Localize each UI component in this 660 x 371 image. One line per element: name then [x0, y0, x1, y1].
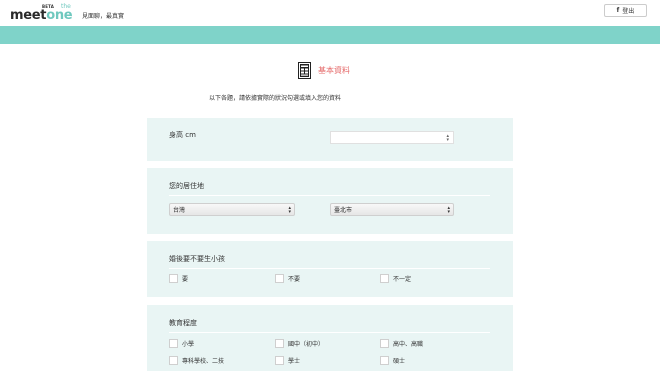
- checkbox[interactable]: [380, 339, 389, 348]
- facebook-icon: f: [616, 7, 620, 14]
- stepper-icon[interactable]: ▴ ▾: [446, 134, 449, 143]
- children-option-no[interactable]: 不要: [275, 274, 300, 283]
- divider: [169, 268, 490, 269]
- checkbox[interactable]: [275, 356, 284, 365]
- children-label: 婚後要不要生小孩: [169, 255, 225, 263]
- children-option-maybe[interactable]: 不一定: [380, 274, 411, 283]
- option-label: 高中、高職: [393, 341, 424, 348]
- document-icon: [298, 61, 311, 79]
- logo-one: one: [46, 8, 73, 23]
- checkbox[interactable]: [169, 274, 178, 283]
- option-label: 專科學校、二技: [182, 358, 225, 365]
- option-label: 不要: [288, 276, 301, 283]
- education-option-college[interactable]: 專科學校、二技: [169, 356, 224, 365]
- children-option-yes[interactable]: 要: [169, 274, 188, 283]
- select-arrow-icon: ▴ ▾: [288, 205, 291, 215]
- section-title: 基本資料: [318, 65, 350, 75]
- option-label: 不一定: [393, 276, 412, 283]
- country-value: 台灣: [173, 207, 186, 214]
- section-heading: 基本資料: [298, 61, 350, 79]
- checkbox[interactable]: [380, 274, 389, 283]
- option-label: 要: [182, 276, 189, 283]
- residence-label: 您的居住地: [169, 182, 204, 190]
- accent-banner: [0, 26, 660, 44]
- height-card: 身高 cm ▴ ▾: [147, 118, 513, 161]
- education-card: 教育程度 小學 國中（初中） 高中、高職 專科學校、二技 學士 碩士: [147, 305, 513, 371]
- tagline: 見面聊，最真實: [82, 13, 125, 20]
- header: BETA the meetone 見面聊，最真實 f 登出: [0, 0, 660, 26]
- height-input[interactable]: ▴ ▾: [330, 131, 454, 144]
- city-select[interactable]: 臺北市 ▴ ▾: [330, 203, 454, 216]
- checkbox[interactable]: [380, 356, 389, 365]
- option-label: 學士: [288, 358, 301, 365]
- education-option-bachelor[interactable]: 學士: [275, 356, 300, 365]
- education-option-senior-high[interactable]: 高中、高職: [380, 339, 423, 348]
- city-value: 臺北市: [334, 207, 353, 214]
- education-option-master[interactable]: 碩士: [380, 356, 405, 365]
- children-card: 婚後要不要生小孩 要 不要 不一定: [147, 241, 513, 297]
- country-select[interactable]: 台灣 ▴ ▾: [169, 203, 295, 216]
- height-label: 身高 cm: [169, 131, 196, 139]
- checkbox[interactable]: [275, 339, 284, 348]
- education-label: 教育程度: [169, 319, 197, 327]
- logo-meet: meet: [10, 8, 47, 23]
- meetone-logo[interactable]: BETA the meetone: [10, 3, 76, 24]
- checkbox[interactable]: [275, 274, 284, 283]
- checkbox[interactable]: [169, 356, 178, 365]
- logout-label: 登出: [622, 8, 635, 15]
- residence-card: 您的居住地 台灣 ▴ ▾ 臺北市 ▴ ▾: [147, 168, 513, 234]
- education-option-junior-high[interactable]: 國中（初中）: [275, 339, 324, 348]
- logout-button[interactable]: f 登出: [604, 4, 647, 17]
- logo-wordmark: meetone: [10, 8, 73, 23]
- education-option-elementary[interactable]: 小學: [169, 339, 194, 348]
- divider: [169, 195, 490, 196]
- option-label: 碩士: [393, 358, 406, 365]
- checkbox[interactable]: [169, 339, 178, 348]
- intro-text: 以下各題，請依據實際的狀況勾選或填入您的資料: [209, 95, 342, 102]
- option-label: 小學: [182, 341, 195, 348]
- select-arrow-icon: ▴ ▾: [447, 205, 450, 215]
- option-label: 國中（初中）: [288, 341, 325, 348]
- divider: [169, 332, 490, 333]
